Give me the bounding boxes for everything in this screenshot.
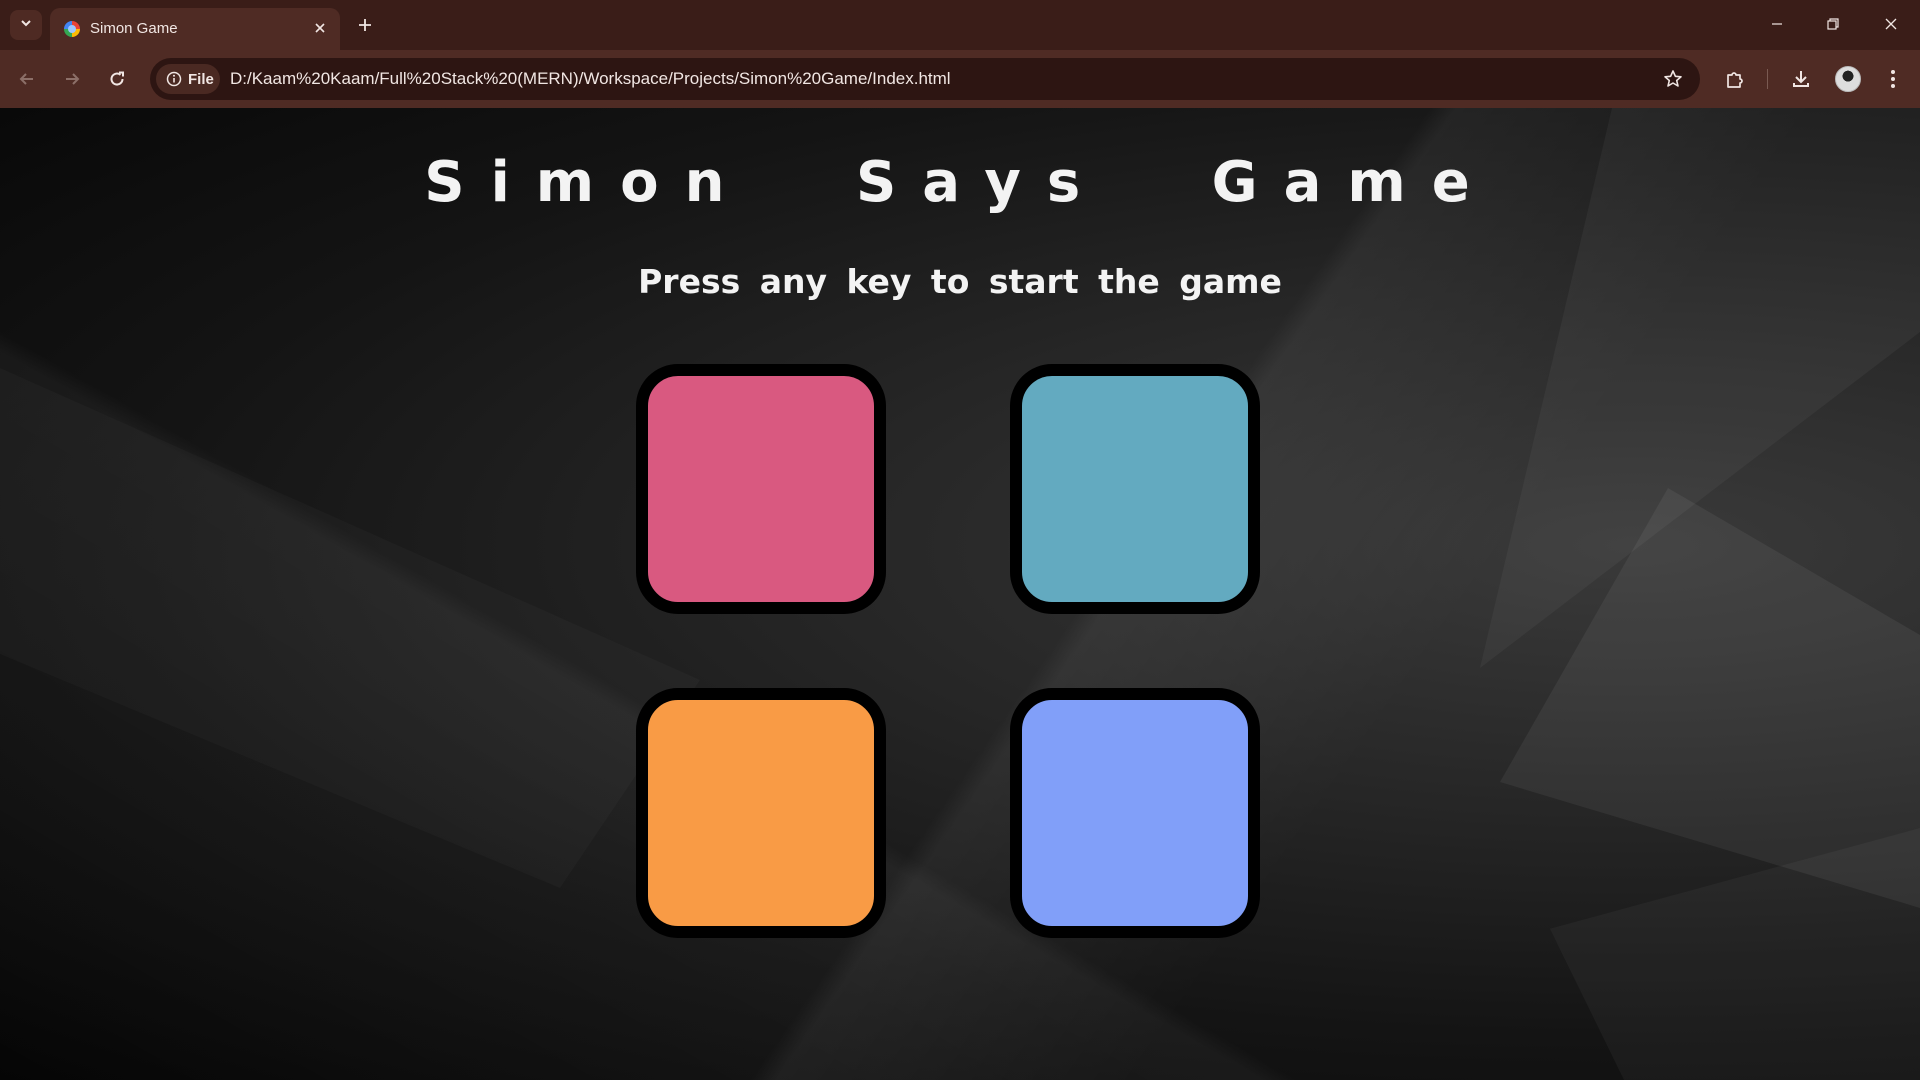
close-icon	[1885, 18, 1897, 30]
simon-button-red[interactable]	[636, 364, 886, 614]
tab-search-button[interactable]	[10, 10, 42, 40]
menu-button[interactable]	[1876, 62, 1910, 96]
puzzle-icon	[1727, 72, 1743, 88]
profile-avatar[interactable]	[1835, 66, 1861, 92]
minimize-button[interactable]	[1754, 6, 1800, 42]
simon-button-blue[interactable]	[1010, 688, 1260, 938]
reload-icon	[110, 71, 124, 86]
info-icon	[166, 71, 182, 87]
simon-button-teal[interactable]	[1010, 364, 1260, 614]
tab-close-button[interactable]	[308, 16, 332, 40]
plus-icon	[359, 19, 371, 31]
browser-window: Simon Game File D:/Kaam%20Kaam/Full%20St…	[0, 0, 1920, 1080]
restore-icon	[1827, 18, 1839, 30]
site-info-chip[interactable]: File	[156, 64, 220, 94]
site-chip-label: File	[188, 70, 214, 88]
bookmark-button[interactable]	[1660, 66, 1686, 92]
arrow-left-icon	[19, 73, 33, 85]
arrow-right-icon	[66, 73, 80, 85]
close-window-button[interactable]	[1868, 6, 1914, 42]
forward-button[interactable]	[55, 62, 89, 96]
url-text[interactable]: D:/Kaam%20Kaam/Full%20Stack%20(MERN)/Wor…	[230, 69, 951, 89]
new-tab-button[interactable]	[350, 10, 380, 40]
game-title: Simon Says Game	[424, 150, 1496, 215]
reload-button[interactable]	[100, 62, 134, 96]
browser-toolbar: File D:/Kaam%20Kaam/Full%20Stack%20(MERN…	[0, 50, 1920, 108]
address-bar[interactable]: File D:/Kaam%20Kaam/Full%20Stack%20(MERN…	[150, 58, 1700, 100]
toolbar-divider	[1767, 69, 1768, 89]
chevron-down-icon	[19, 16, 33, 35]
tab-title: Simon Game	[90, 20, 178, 37]
download-icon	[1793, 71, 1809, 87]
tab-active[interactable]: Simon Game	[50, 8, 340, 50]
page-viewport: Simon Says Game Press any key to start t…	[0, 108, 1920, 1080]
background-facet	[1550, 828, 1920, 1080]
background-facet	[0, 368, 700, 888]
extensions-button[interactable]	[1718, 62, 1752, 96]
back-button[interactable]	[10, 62, 44, 96]
game-status: Press any key to start the game	[638, 262, 1282, 301]
close-icon	[315, 23, 325, 33]
more-vertical-icon	[1891, 70, 1895, 88]
restore-button[interactable]	[1810, 6, 1856, 42]
chrome-favicon-icon	[64, 21, 80, 37]
minimize-icon	[1772, 23, 1782, 25]
simon-button-orange[interactable]	[636, 688, 886, 938]
tab-strip: Simon Game	[0, 0, 1920, 50]
star-icon	[1664, 70, 1682, 87]
downloads-button[interactable]	[1784, 62, 1818, 96]
